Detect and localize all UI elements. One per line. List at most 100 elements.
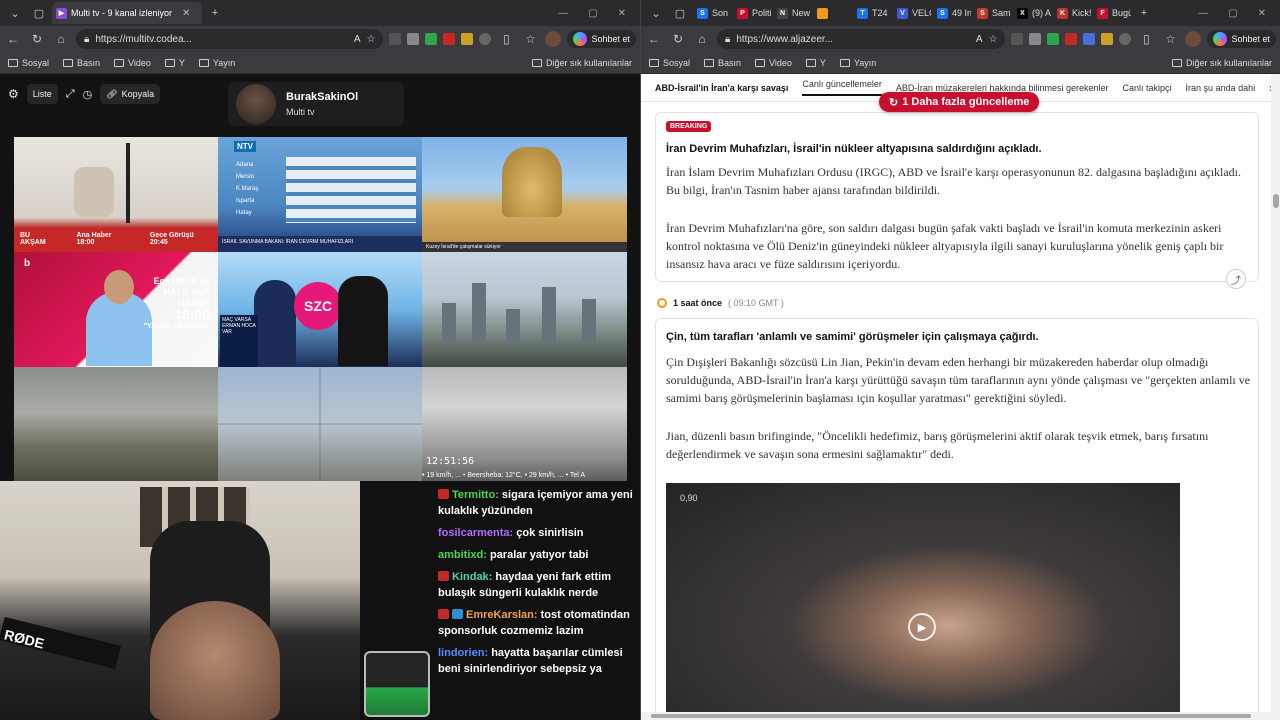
- timer-icon[interactable]: ◷: [83, 88, 93, 101]
- tv-tile-7[interactable]: [14, 367, 218, 481]
- maximize-icon[interactable]: ▢: [1228, 8, 1237, 19]
- gear-icon[interactable]: ⚙: [8, 87, 19, 101]
- extension-icon[interactable]: [1011, 33, 1024, 45]
- bookmark-yayin[interactable]: Yayın: [198, 58, 235, 68]
- share-icon[interactable]: ⤴: [1226, 269, 1246, 289]
- tab-menu-icon[interactable]: ⌄: [4, 3, 26, 23]
- bookmark-y[interactable]: Y: [164, 58, 185, 68]
- other-favorites[interactable]: Diğer sık kullanılanlar: [1171, 58, 1272, 68]
- favorites-icon[interactable]: ☆: [521, 30, 539, 48]
- browser-tab[interactable]: T T24: [853, 2, 891, 24]
- profile-avatar[interactable]: [545, 31, 562, 47]
- split-screen-icon[interactable]: ▯: [1137, 30, 1155, 48]
- extension-icon[interactable]: [407, 33, 420, 45]
- browser-tab[interactable]: X (9) A: [1013, 2, 1051, 24]
- browser-tab[interactable]: [813, 2, 851, 24]
- browser-tab[interactable]: P Politi: [733, 2, 771, 24]
- browser-tab[interactable]: N New: [773, 2, 811, 24]
- chat-username[interactable]: lindorien: [438, 647, 484, 659]
- list-button[interactable]: Liste: [26, 84, 58, 104]
- tv-tile-4[interactable]: b Ece ÜNER ile HALK ANA HABER 18:00 "YAL…: [14, 252, 218, 367]
- nav-item-live-updates[interactable]: Canlı güncellemeler: [802, 79, 882, 96]
- bookmark-sosyal[interactable]: Sosyal: [8, 58, 49, 68]
- extension-icon[interactable]: [389, 33, 402, 45]
- fullscreen-icon[interactable]: ⤢: [66, 88, 75, 101]
- tab-multitv[interactable]: ▶ Multi tv - 9 kanal izleniyor ✕: [52, 2, 202, 24]
- extension-icon[interactable]: [1083, 33, 1096, 45]
- favorite-star-icon[interactable]: ☆: [367, 34, 376, 45]
- profile-avatar[interactable]: [1185, 31, 1202, 47]
- bookmark-basin[interactable]: Basın: [704, 58, 741, 68]
- bookmark-y[interactable]: Y: [805, 58, 826, 68]
- minimize-icon[interactable]: —: [1198, 8, 1208, 19]
- translate-icon[interactable]: A: [354, 34, 361, 45]
- chat-username[interactable]: Kindak: [452, 571, 489, 583]
- nav-item-negotiations[interactable]: ABD-İran müzakereleri hakkında bilinmesi…: [896, 83, 1109, 93]
- extension-icon[interactable]: [461, 33, 474, 45]
- back-icon[interactable]: ←: [645, 30, 663, 48]
- close-window-icon[interactable]: ✕: [1258, 8, 1266, 19]
- extension-icon[interactable]: [425, 33, 438, 45]
- browser-tab[interactable]: S Sam: [973, 2, 1011, 24]
- extensions-puzzle-icon[interactable]: [479, 33, 492, 45]
- copy-button[interactable]: 🔗︎ Kopyala: [100, 84, 161, 104]
- tv-tile-3[interactable]: Kuzey İsrail'de çatışmalar sürüyor: [422, 137, 627, 252]
- chat-username[interactable]: Termitto: [452, 489, 495, 501]
- tv-tile-9[interactable]: 12:51:56 • 19 km/h, ... • Beersheba: 12°…: [422, 367, 627, 481]
- bookmark-video[interactable]: Video: [755, 58, 792, 68]
- copilot-button[interactable]: Sohbet et: [567, 30, 636, 48]
- nav-item-iran-now[interactable]: İran şu anda dahi: [1186, 83, 1256, 93]
- copilot-button[interactable]: Sohbet et: [1207, 30, 1276, 48]
- close-window-icon[interactable]: ✕: [618, 8, 626, 19]
- tv-tile-1[interactable]: BU AKŞAM Ana Haber 18:00 Gece Görüşü 20:…: [14, 137, 218, 252]
- browser-tab[interactable]: K Kick!: [1053, 2, 1091, 24]
- maximize-icon[interactable]: ▢: [588, 8, 597, 19]
- more-updates-button[interactable]: ↻ 1 Daha fazla güncelleme: [879, 92, 1040, 112]
- scrollbar-thumb[interactable]: [1273, 194, 1279, 208]
- play-icon[interactable]: ▶: [908, 613, 936, 641]
- tab-menu-icon[interactable]: ⌄: [645, 3, 667, 23]
- minimize-icon[interactable]: —: [558, 8, 568, 19]
- bookmark-sosyal[interactable]: Sosyal: [649, 58, 690, 68]
- close-icon[interactable]: ✕: [182, 8, 190, 19]
- video-player[interactable]: 0,90 ▶: [666, 483, 1180, 720]
- workspaces-icon[interactable]: ▢: [28, 3, 50, 23]
- browser-tab[interactable]: S 49 In: [933, 2, 971, 24]
- extension-icon[interactable]: [1047, 33, 1060, 45]
- new-tab-icon[interactable]: +: [204, 3, 226, 23]
- other-favorites[interactable]: Diğer sık kullanılanlar: [531, 58, 632, 68]
- split-screen-icon[interactable]: ▯: [497, 30, 515, 48]
- address-input[interactable]: 🔒︎ https://multitv.codea... A ☆: [76, 29, 384, 49]
- channel-card[interactable]: BurakSakinOl Multi tv: [228, 82, 404, 126]
- refresh-icon[interactable]: ↻: [669, 30, 687, 48]
- extension-icon[interactable]: [1065, 33, 1078, 45]
- tv-tile-2[interactable]: NTV Adana Mersin K.Maraş Isparta Hatay İ…: [218, 137, 422, 252]
- new-tab-icon[interactable]: +: [1133, 3, 1155, 23]
- tv-tile-5[interactable]: SZC MAÇ VARSA ERMAN HOCA VAR: [218, 252, 422, 367]
- extension-icon[interactable]: [1029, 33, 1042, 45]
- vertical-scrollbar[interactable]: [1271, 74, 1280, 720]
- scrollbar-thumb[interactable]: [651, 714, 1251, 718]
- home-icon[interactable]: ⌂: [693, 30, 711, 48]
- nav-item-live-tracker[interactable]: Canlı takipçi: [1123, 83, 1172, 93]
- tv-tile-8[interactable]: [218, 367, 422, 481]
- favorites-icon[interactable]: ☆: [1161, 30, 1179, 48]
- address-input[interactable]: 🔒︎ https://www.aljazeer... A ☆: [717, 29, 1006, 49]
- chat-username[interactable]: fosilcarmenta: [438, 527, 510, 539]
- extensions-puzzle-icon[interactable]: [1119, 33, 1132, 45]
- bookmark-yayin[interactable]: Yayın: [839, 58, 876, 68]
- bookmark-video[interactable]: Video: [114, 58, 151, 68]
- extension-icon[interactable]: [1101, 33, 1114, 45]
- browser-tab[interactable]: S Son: [693, 2, 731, 24]
- back-icon[interactable]: ←: [4, 30, 22, 48]
- translate-icon[interactable]: A: [976, 34, 983, 45]
- refresh-icon[interactable]: ↻: [28, 30, 46, 48]
- workspaces-icon[interactable]: ▢: [669, 3, 691, 23]
- nav-item-war[interactable]: ABD-İsrail'in İran'a karşı savaşı: [655, 83, 788, 93]
- browser-tab[interactable]: V VELC: [893, 2, 931, 24]
- chat-username[interactable]: EmreKarslan: [466, 609, 534, 621]
- favorite-star-icon[interactable]: ☆: [989, 34, 998, 45]
- tv-tile-6[interactable]: [422, 252, 627, 367]
- horizontal-scrollbar[interactable]: [641, 712, 1271, 720]
- browser-tab[interactable]: F Bugü: [1093, 2, 1131, 24]
